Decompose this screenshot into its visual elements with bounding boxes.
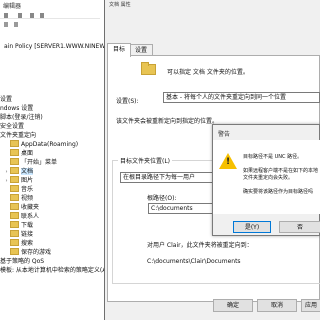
warning-message-line: 目标路径不是 UNC 路径。	[243, 154, 303, 160]
folder-icon	[10, 203, 19, 210]
tree-item-label: 音乐	[21, 186, 34, 193]
dialog-description: 可以指定 文档 文件夹的位置。	[167, 69, 249, 76]
tree-item[interactable]: 保存的游戏	[4, 248, 51, 257]
folder-icon	[10, 158, 19, 165]
tree-item-label: 安全设置	[0, 123, 25, 130]
redirect-explanation: 对用户 Clair，此文件夹将被重定向到：	[147, 242, 253, 249]
tree-item[interactable]: 「开始」菜单	[4, 158, 57, 167]
forward-icon[interactable]	[14, 22, 18, 27]
tree-item-label: 联系人	[21, 213, 40, 220]
tree-item[interactable]: 搜索	[4, 239, 33, 248]
folder-icon	[10, 149, 19, 156]
folder-icon	[10, 140, 19, 147]
warning-message-line: 如果远程客户端不是在如下的本地	[243, 168, 319, 174]
warning-dialog: 警告 ! 目标路径不是 UNC 路径。如果远程客户端不是在如下的本地 文件夹重定向…	[212, 124, 320, 236]
setting-dropdown[interactable]: 基本 - 将每个人的文件夹重定向到同一个位置	[163, 92, 320, 103]
tree-item-label: 脚本(登录/注销)	[0, 114, 43, 121]
tree-item-label: 链接	[21, 231, 34, 238]
tree-item-label: 搜索	[21, 240, 34, 247]
folder-icon	[10, 239, 19, 246]
warning-title: 警告	[218, 131, 231, 138]
tree-item[interactable]: 文件夹重定向	[0, 131, 36, 140]
tree-item-label: 文件夹重定向	[0, 132, 37, 139]
tree-item[interactable]: ndows 设置	[0, 104, 33, 113]
tree-item[interactable]: 联系人	[4, 212, 39, 221]
folder-icon	[10, 212, 19, 219]
tree-item-label: AppData(Roaming)	[21, 141, 79, 148]
tree-item-label: 桌面	[21, 150, 34, 157]
yes-button[interactable]: 是(Y)	[233, 221, 271, 233]
folder-icon	[141, 62, 156, 75]
tree-item-label: 保存的游戏	[21, 249, 52, 256]
tree-item-label: 设置	[0, 96, 13, 103]
no-button[interactable]: 否	[279, 221, 320, 233]
tab-target[interactable]: 目标	[107, 43, 132, 57]
tree-item-label: 基于策略的 QoS	[0, 258, 45, 265]
tree-item[interactable]: 脚本(登录/注销)	[0, 113, 43, 122]
cancel-button[interactable]: 取消	[257, 299, 297, 312]
folder-icon	[10, 167, 19, 174]
tree-item[interactable]: 基于策略的 QoS	[0, 257, 44, 266]
warning-message-line: 确实要将该路径作为目标路径吗	[243, 189, 314, 195]
dialog-title: 文档 属性	[109, 2, 131, 8]
setting-label: 设置(S):	[116, 98, 139, 105]
warning-icon: !	[219, 153, 237, 169]
tree-item[interactable]: 视频	[4, 194, 33, 203]
tree-item[interactable]: 音乐	[4, 185, 33, 194]
tree-item[interactable]: AppData(Roaming)	[4, 140, 78, 149]
apply-button[interactable]: 应用	[301, 299, 320, 312]
tree-item-label: 下载	[21, 222, 34, 229]
folder-icon	[10, 194, 19, 201]
target-location-label: 目标文件夹位置(L)	[118, 156, 173, 165]
tree-item[interactable]: 收藏夹	[4, 203, 39, 212]
tree-item-label: 视频	[21, 195, 34, 202]
warning-message-line: 文件夹重定向会失败。	[243, 175, 294, 181]
tree-item-label: 「开始」菜单	[21, 159, 58, 166]
folder-icon	[10, 185, 19, 192]
toolbar-divider	[0, 18, 100, 19]
folder-icon	[10, 176, 19, 183]
tree-item-label: 图片	[21, 177, 34, 184]
ok-button[interactable]: 确定	[213, 299, 253, 312]
editor-title: 编辑器	[3, 3, 22, 10]
tree-item[interactable]: › 文档	[4, 167, 34, 176]
redirect-path: C:\documents\Clair\Documents	[147, 258, 241, 265]
tree-item[interactable]: 设置	[0, 95, 12, 104]
back-icon[interactable]	[4, 22, 8, 27]
tree-item[interactable]: 链接	[4, 230, 33, 239]
folder-icon	[10, 248, 19, 255]
tree-item[interactable]: 下载	[4, 221, 33, 230]
tree-item[interactable]: 安全设置	[0, 122, 24, 131]
tree-item-label: ndows 设置	[0, 105, 34, 112]
folder-icon	[10, 221, 19, 228]
tree-item[interactable]: › 图片	[4, 176, 33, 185]
tree-item-label: 收藏夹	[21, 204, 40, 211]
root-path-label: 根路径(O):	[147, 195, 177, 202]
setting-description: 该文件夹会被重新定向到指定的位置。	[116, 118, 219, 125]
folder-icon	[10, 230, 19, 237]
tree-item-label: 文档	[21, 168, 34, 175]
tree-item[interactable]: 桌面	[4, 149, 33, 158]
